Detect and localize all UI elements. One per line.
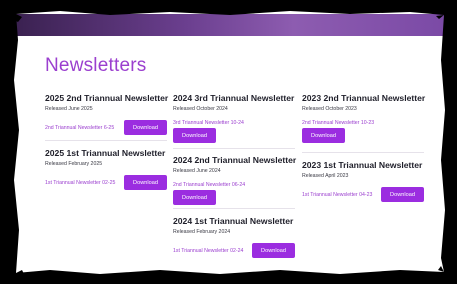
grunge-frame: [0, 0, 457, 284]
newsletters-page: Newsletters 2025 2nd Triannual Newslette…: [0, 0, 457, 284]
